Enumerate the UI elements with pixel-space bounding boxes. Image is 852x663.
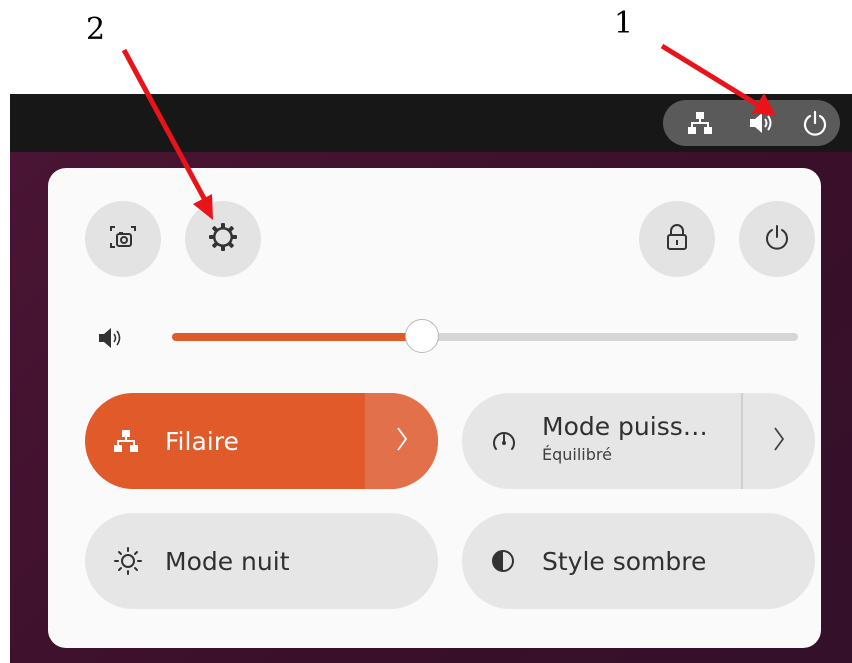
annotation-arrows (121, 43, 776, 220)
arrow-to-settings (121, 48, 213, 220)
arrow-to-speaker (660, 43, 776, 116)
